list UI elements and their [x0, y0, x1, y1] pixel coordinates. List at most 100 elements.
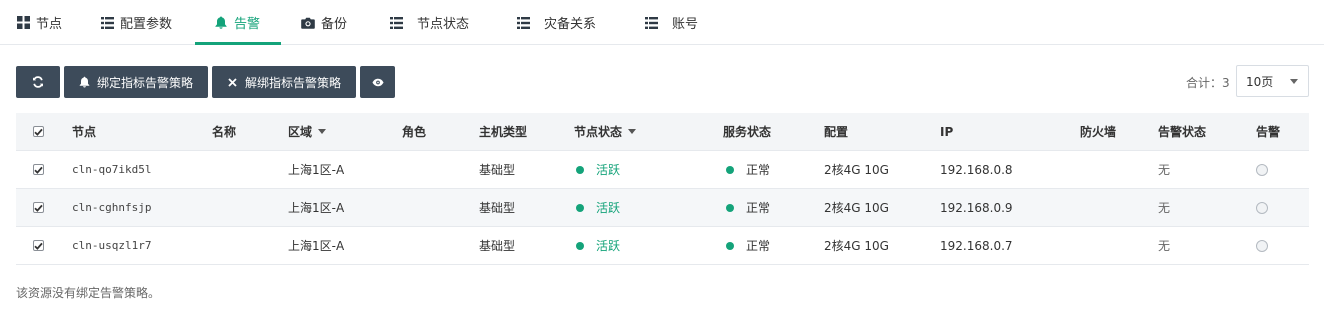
tab-alerts[interactable]: 告警	[214, 0, 260, 45]
node-host-type: 基础型	[479, 201, 516, 215]
radio-icon	[1256, 239, 1268, 252]
table-row[interactable]: cln-usqzl1r7 上海1区-A 基础型 活跃 正常 2核4G 10G 1…	[16, 227, 1309, 265]
node-status-text: 活跃	[596, 201, 621, 215]
node-host-type: 基础型	[479, 239, 516, 253]
bind-alert-policy-button[interactable]: 绑定指标告警策略	[64, 66, 208, 98]
tab-label: 节点	[36, 17, 63, 32]
checkbox-checked-icon	[33, 164, 44, 175]
nodes-table: 节点 名称 区域 角色 主机类型 节点状态 服务状态 配置 IP 防火墙 告警状…	[16, 113, 1309, 265]
status-dot-icon	[726, 241, 734, 250]
header-node-status-label: 节点状态	[574, 125, 623, 139]
alert-status: 无	[1158, 239, 1171, 253]
header-zone[interactable]: 区域	[288, 113, 327, 150]
active-tab-indicator	[195, 42, 281, 45]
header-firewall: 防火墙	[1080, 125, 1117, 139]
close-icon	[227, 76, 239, 88]
status-dot-icon	[576, 203, 584, 212]
node-ip: 192.168.0.7	[940, 238, 1013, 253]
view-button[interactable]	[360, 66, 395, 98]
node-host-type: 基础型	[479, 163, 516, 177]
radio-icon	[1256, 163, 1268, 176]
select-all-checkbox[interactable]	[33, 113, 44, 150]
tab-accounts[interactable]: 账号	[644, 0, 698, 45]
service-status: 正常	[726, 189, 770, 226]
status-dot-icon	[726, 165, 734, 174]
node-config: 2核4G 10G	[824, 163, 889, 177]
grid-icon	[16, 16, 30, 30]
list-icon	[389, 16, 403, 30]
list-icon	[644, 16, 658, 30]
row-checkbox[interactable]	[33, 151, 44, 188]
alert-radio[interactable]	[1256, 189, 1268, 226]
row-checkbox[interactable]	[33, 227, 44, 264]
tab-node-status[interactable]: 节点状态	[389, 0, 469, 45]
tab-dr-relation[interactable]: 灾备关系	[516, 0, 596, 45]
bind-alert-policy-label: 绑定指标告警策略	[96, 75, 193, 90]
checkbox-checked-icon	[33, 126, 44, 137]
header-role: 角色	[402, 125, 427, 139]
sort-down-icon	[628, 129, 637, 134]
radio-icon	[1256, 201, 1268, 214]
status-dot-icon	[576, 241, 584, 250]
refresh-button[interactable]	[16, 66, 60, 98]
row-checkbox[interactable]	[33, 189, 44, 226]
camera-icon	[301, 16, 315, 30]
status-dot-icon	[726, 203, 734, 212]
no-policy-note: 该资源没有绑定告警策略。	[16, 286, 161, 300]
header-zone-label: 区域	[288, 125, 313, 139]
header-host-type: 主机类型	[479, 125, 528, 139]
header-name: 名称	[212, 125, 237, 139]
table-header: 节点 名称 区域 角色 主机类型 节点状态 服务状态 配置 IP 防火墙 告警状…	[16, 113, 1309, 151]
status-dot-icon	[576, 165, 584, 174]
page-size-value: 10页	[1246, 74, 1274, 89]
node-id[interactable]: cln-usqzl1r7	[72, 227, 151, 264]
service-status-text: 正常	[746, 163, 771, 177]
node-id[interactable]: cln-qo7ikd5l	[72, 151, 151, 188]
node-zone: 上海1区-A	[288, 239, 345, 253]
header-node: 节点	[72, 125, 97, 139]
node-status: 活跃	[576, 189, 620, 226]
unbind-alert-policy-label: 解绑指标告警策略	[244, 75, 341, 90]
alert-status: 无	[1158, 201, 1171, 215]
checkbox-checked-icon	[33, 240, 44, 251]
list-icon	[100, 16, 114, 30]
table-row[interactable]: cln-qo7ikd5l 上海1区-A 基础型 活跃 正常 2核4G 10G 1…	[16, 151, 1309, 189]
node-id[interactable]: cln-cghnfsjp	[72, 189, 151, 226]
tab-config-params[interactable]: 配置参数	[100, 0, 172, 45]
node-status: 活跃	[576, 151, 620, 188]
alert-radio[interactable]	[1256, 227, 1268, 264]
bell-icon	[214, 16, 228, 30]
service-status-text: 正常	[746, 201, 771, 215]
service-status: 正常	[726, 227, 770, 264]
node-status-text: 活跃	[596, 163, 621, 177]
total-count: 合计：3	[1186, 76, 1230, 90]
table-row[interactable]: cln-cghnfsjp 上海1区-A 基础型 活跃 正常 2核4G 10G 1…	[16, 189, 1309, 227]
node-status-text: 活跃	[596, 239, 621, 253]
header-alert-status: 告警状态	[1158, 125, 1207, 139]
page-size-select[interactable]: 10页	[1236, 65, 1309, 97]
node-config: 2核4G 10G	[824, 239, 889, 253]
node-ip: 192.168.0.9	[940, 200, 1013, 215]
tab-label: 告警	[234, 17, 261, 32]
tab-label: 节点状态	[417, 17, 470, 32]
eye-icon	[371, 76, 384, 88]
list-icon	[516, 16, 530, 30]
alert-radio[interactable]	[1256, 151, 1268, 188]
tab-label: 账号	[672, 17, 699, 32]
tab-backup[interactable]: 备份	[301, 0, 347, 45]
service-status: 正常	[726, 151, 770, 188]
header-config: 配置	[824, 125, 849, 139]
header-node-status[interactable]: 节点状态	[574, 113, 637, 150]
header-alert: 告警	[1256, 125, 1281, 139]
unbind-alert-policy-button[interactable]: 解绑指标告警策略	[212, 66, 356, 98]
node-ip: 192.168.0.8	[940, 162, 1013, 177]
tab-label: 灾备关系	[544, 17, 597, 32]
alert-status: 无	[1158, 163, 1171, 177]
node-config: 2核4G 10G	[824, 201, 889, 215]
node-zone: 上海1区-A	[288, 201, 345, 215]
tab-nodes[interactable]: 节点	[16, 0, 62, 45]
node-zone: 上海1区-A	[288, 163, 345, 177]
service-status-text: 正常	[746, 239, 771, 253]
header-service-status: 服务状态	[723, 125, 772, 139]
checkbox-checked-icon	[33, 202, 44, 213]
